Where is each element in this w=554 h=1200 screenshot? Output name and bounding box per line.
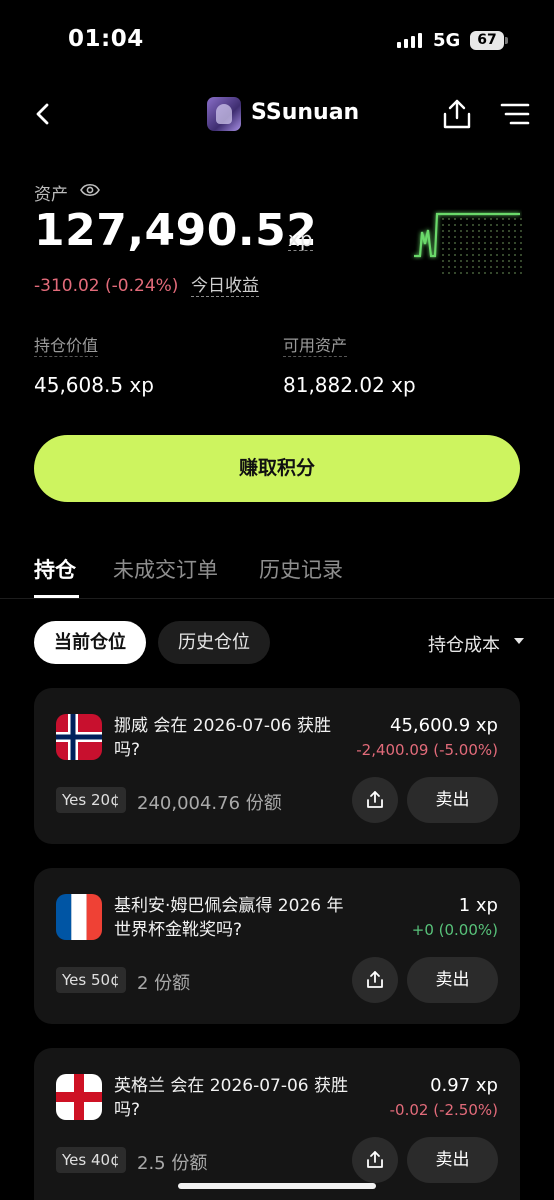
position-value: 45,600.9 xp bbox=[390, 715, 498, 736]
position-pnl: -0.02 (-2.50%) bbox=[389, 1101, 498, 1119]
position-value: 0.97 xp bbox=[430, 1075, 498, 1096]
position-shares: 2.5 份额 bbox=[137, 1153, 208, 1174]
filter-history-positions[interactable]: 历史仓位 bbox=[158, 621, 270, 664]
menu-icon[interactable] bbox=[500, 102, 530, 126]
signal-icon bbox=[397, 33, 422, 48]
position-shares: 240,004.76 份额 bbox=[137, 793, 282, 814]
share-position-button[interactable] bbox=[352, 777, 398, 823]
earn-points-button[interactable]: 赚取积分 bbox=[34, 435, 520, 502]
status-time: 01:04 bbox=[68, 26, 144, 52]
home-indicator[interactable] bbox=[178, 1183, 376, 1189]
network-label: 5G bbox=[433, 30, 461, 51]
assets-label: 资产 bbox=[34, 185, 68, 205]
position-tag: Yes 40¢ bbox=[56, 1147, 126, 1173]
holdings-value: 45,608.5 xp bbox=[34, 373, 154, 397]
position-title: 基利安·姆巴佩会赢得 2026 年世界杯金靴奖吗? bbox=[114, 896, 344, 940]
share-position-button[interactable] bbox=[352, 957, 398, 1003]
filter-current-positions[interactable]: 当前仓位 bbox=[34, 621, 146, 664]
share-position-button[interactable] bbox=[352, 1137, 398, 1183]
position-pnl: +0 (0.00%) bbox=[411, 921, 498, 939]
position-value: 1 xp bbox=[458, 895, 498, 916]
position-tag: Yes 20¢ bbox=[56, 787, 126, 813]
tab-divider bbox=[0, 598, 554, 599]
tab-open-orders[interactable]: 未成交订单 bbox=[113, 554, 218, 584]
sell-button[interactable]: 卖出 bbox=[407, 777, 498, 823]
norway-flag-icon bbox=[56, 714, 102, 760]
france-flag-icon bbox=[56, 894, 102, 940]
england-flag-icon bbox=[56, 1074, 102, 1120]
share-icon bbox=[367, 1151, 383, 1168]
eye-icon[interactable] bbox=[80, 182, 100, 198]
daily-change-label: 今日收益 bbox=[191, 276, 259, 297]
available-value: 81,882.02 xp bbox=[283, 373, 416, 397]
caret-down-icon[interactable] bbox=[514, 638, 524, 644]
balance-value: 127,490.52 bbox=[34, 205, 318, 256]
holdings-label: 持仓价值 bbox=[34, 336, 99, 357]
tab-history[interactable]: 历史记录 bbox=[259, 554, 343, 584]
sell-button[interactable]: 卖出 bbox=[407, 957, 498, 1003]
share-icon bbox=[367, 791, 383, 808]
sort-dropdown[interactable]: 持仓成本 bbox=[428, 631, 500, 657]
available-label: 可用资产 bbox=[283, 336, 348, 357]
position-shares: 2 份额 bbox=[137, 973, 191, 994]
share-icon[interactable] bbox=[442, 98, 472, 130]
avatar[interactable] bbox=[207, 97, 241, 131]
position-card[interactable]: 基利安·姆巴佩会赢得 2026 年世界杯金靴奖吗? 1 xp +0 (0.00%… bbox=[34, 868, 520, 1024]
sell-button[interactable]: 卖出 bbox=[407, 1137, 498, 1183]
tab-positions[interactable]: 持仓 bbox=[34, 554, 76, 584]
share-icon bbox=[367, 971, 383, 988]
battery-tip bbox=[505, 37, 508, 44]
battery-icon: 67 bbox=[470, 31, 504, 50]
position-card[interactable]: 英格兰 会在 2026-07-06 获胜吗? 0.97 xp -0.02 (-2… bbox=[34, 1048, 520, 1200]
position-card[interactable]: 挪威 会在 2026-07-06 获胜吗? 45,600.9 xp -2,400… bbox=[34, 688, 520, 844]
balance-sparkline bbox=[414, 212, 522, 276]
balance-unit: xp bbox=[288, 227, 313, 251]
position-title: 英格兰 会在 2026-07-06 获胜吗? bbox=[114, 1076, 349, 1120]
position-title: 挪威 会在 2026-07-06 获胜吗? bbox=[114, 716, 332, 760]
position-tag: Yes 50¢ bbox=[56, 967, 126, 993]
position-pnl: -2,400.09 (-5.00%) bbox=[356, 741, 498, 759]
username: SSunuan bbox=[251, 100, 360, 125]
back-icon[interactable] bbox=[30, 100, 58, 128]
daily-change: -310.02 (-0.24%) bbox=[34, 276, 179, 296]
